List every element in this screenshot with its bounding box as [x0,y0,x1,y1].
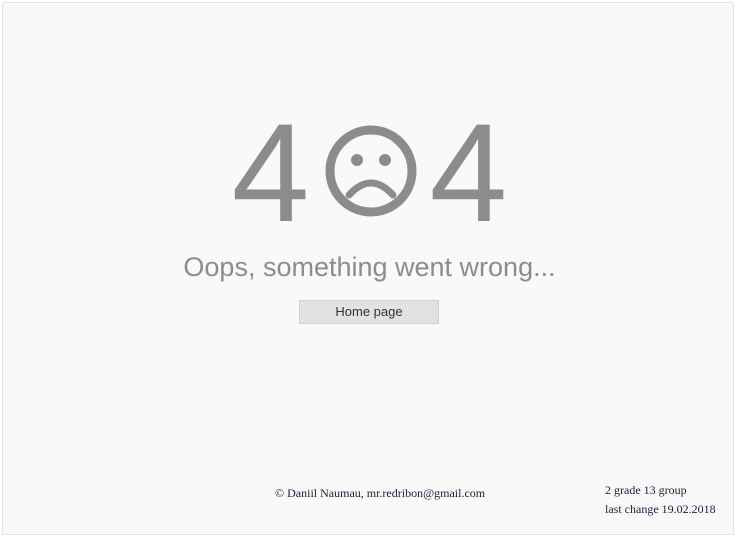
error-digit-right: 4 [429,94,508,251]
sad-face-icon [324,124,418,218]
group-info: 2 grade 13 group [605,483,687,497]
home-page-button[interactable]: Home page [299,300,439,324]
copyright-text: © Daniil Naumau, mr.redribon@gmail.com [275,486,486,500]
error-message: Oops, something went wrong... [183,252,556,282]
error-digit-left: 4 [231,94,310,251]
last-change-date: last change 19.02.2018 [605,502,716,516]
footer-meta: 2 grade 13 group last change 19.02.2018 [605,481,716,519]
error-code: 4 4 [0,94,739,251]
